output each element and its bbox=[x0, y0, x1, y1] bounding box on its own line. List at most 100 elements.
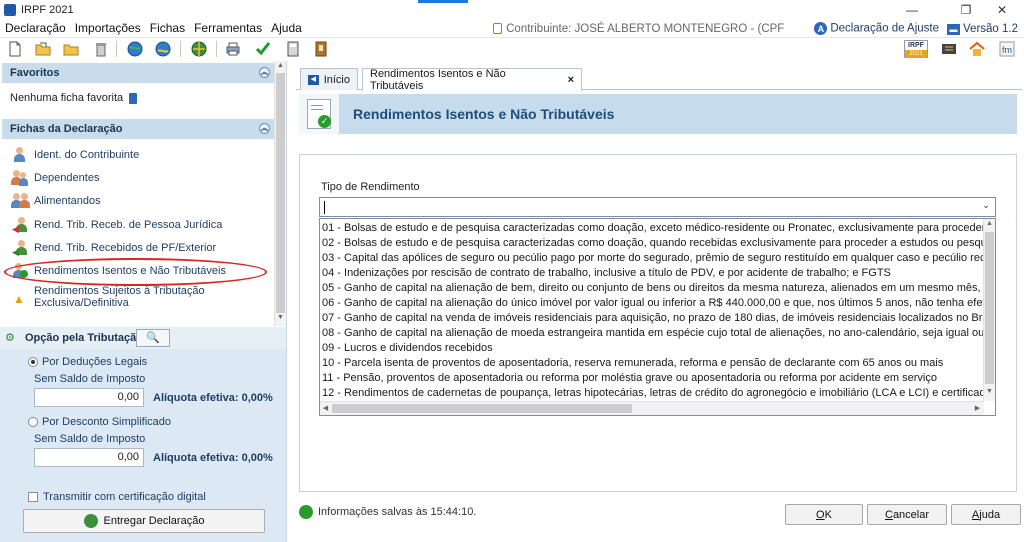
versao-label: ▬ Versão 1.2 bbox=[947, 23, 1018, 35]
home-icon[interactable] bbox=[968, 40, 986, 58]
person-arrow-icon: ◀ bbox=[12, 217, 28, 234]
list-item[interactable]: 02 - Bolsas de estudo e de pesquisa cara… bbox=[322, 236, 995, 251]
gear-arrow-icon: ⚙ bbox=[5, 332, 15, 344]
menu-fichas[interactable]: Fichas bbox=[146, 21, 189, 35]
radio-simplificado[interactable] bbox=[28, 417, 38, 428]
list-item[interactable]: 10 - Parcela isenta de proventos de apos… bbox=[322, 356, 943, 371]
chevron-down-icon[interactable]: ⌄ bbox=[979, 200, 993, 214]
header-info: Contribuinte: JOSÉ ALBERTO MONTENEGRO - … bbox=[493, 19, 1018, 38]
list-item[interactable]: 12 - Rendimentos de cadernetas de poupan… bbox=[322, 386, 995, 401]
form-title: Rendimentos Isentos e Não Tributáveis bbox=[353, 106, 615, 122]
list-item[interactable]: 09 - Lucros e dividendos recebidos bbox=[322, 341, 493, 356]
radio-deducoes[interactable] bbox=[28, 357, 38, 368]
option-desconto-simplificado[interactable]: Por Desconto Simplificado bbox=[28, 416, 171, 428]
fichas-header[interactable]: Fichas da Declaração ︽ bbox=[2, 119, 274, 139]
folder-icon[interactable] bbox=[62, 40, 80, 58]
highlight-annotation bbox=[4, 258, 267, 286]
bookmark-icon bbox=[129, 92, 138, 104]
tipo-rendimento-combo[interactable]: ⌄ bbox=[319, 197, 996, 217]
new-doc-icon[interactable] bbox=[6, 40, 24, 58]
irpf-badge[interactable]: IRPF 2021 bbox=[904, 40, 928, 58]
list-hscrollbar[interactable]: ◀ ▶ bbox=[320, 401, 984, 415]
ficha-rend-tributacao-exclusiva[interactable]: ▲ Rendimentos Sujeitos à Tributação Excl… bbox=[12, 285, 234, 311]
certificado-checkbox[interactable]: Transmitir com certificação digital bbox=[28, 491, 206, 503]
tipo-rendimento-list[interactable]: 01 - Bolsas de estudo e de pesquisa cara… bbox=[319, 218, 996, 416]
open-folder-icon[interactable] bbox=[34, 40, 52, 58]
family-icon bbox=[11, 193, 30, 209]
print-icon[interactable] bbox=[224, 40, 242, 58]
menu-importacoes[interactable]: Importações bbox=[71, 21, 145, 35]
declaracao-tipo: A Declaração de Ajuste bbox=[814, 22, 939, 35]
ficha-rend-pf-exterior[interactable]: ◀ Rend. Trib. Recebidos de PF/Exterior bbox=[12, 238, 216, 258]
ok-button[interactable]: OK bbox=[785, 504, 863, 525]
menu-ajuda[interactable]: Ajuda bbox=[267, 21, 306, 35]
document-check-icon: ✓ bbox=[307, 99, 331, 129]
fm-icon[interactable]: fm bbox=[998, 40, 1016, 58]
list-item[interactable]: 05 - Ganho de capital na alienação de be… bbox=[322, 281, 995, 296]
toolbar-separator bbox=[216, 41, 217, 57]
people-icon bbox=[11, 170, 28, 186]
slideshow-icon[interactable] bbox=[940, 40, 958, 58]
collapse-icon[interactable]: ︽ bbox=[259, 67, 270, 78]
status-bar: Informações salvas às 15:44:10. bbox=[299, 505, 476, 519]
left-panel: Favoritos ︽ Nenhuma ficha favorita Ficha… bbox=[0, 61, 287, 542]
tributacao-title: Opção pela Tributação: bbox=[25, 332, 147, 344]
window-title: IRPF 2021 bbox=[21, 3, 74, 16]
simplificado-value-field: 0,00 bbox=[34, 448, 144, 467]
minimize-button[interactable]: — bbox=[890, 0, 934, 19]
favoritos-header[interactable]: Favoritos ︽ bbox=[2, 63, 274, 83]
check-icon[interactable] bbox=[254, 40, 272, 58]
list-item[interactable]: 03 - Capital das apólices de seguro ou p… bbox=[322, 251, 995, 266]
tab-rendimentos-isentos[interactable]: Rendimentos Isentos e Não Tributáveis × bbox=[362, 68, 582, 92]
ficha-alimentandos[interactable]: Alimentandos bbox=[11, 191, 101, 211]
list-item[interactable]: 11 - Pensão, proventos de aposentadoria … bbox=[322, 371, 937, 386]
toolbar-separator bbox=[180, 41, 181, 57]
aliquota-label: Alíquota efetiva: 0,00% bbox=[153, 392, 273, 404]
version-icon: ▬ bbox=[947, 23, 961, 35]
calculator-icon[interactable] bbox=[284, 40, 302, 58]
ficha-dependentes[interactable]: Dependentes bbox=[11, 168, 99, 188]
list-item[interactable]: 06 - Ganho de capital na alienação do ún… bbox=[322, 296, 995, 311]
form-header: ✓ Rendimentos Isentos e Não Tributáveis bbox=[299, 94, 1017, 134]
ficha-rend-pj[interactable]: ◀ Rend. Trib. Receb. de Pessoa Jurídica bbox=[12, 215, 222, 235]
menu-ferramentas[interactable]: Ferramentas bbox=[190, 21, 266, 35]
collapse-icon[interactable]: ︽ bbox=[259, 123, 270, 134]
toolbar-separator bbox=[116, 41, 117, 57]
svg-text:fm: fm bbox=[1002, 45, 1012, 55]
globe-icon[interactable] bbox=[190, 40, 208, 58]
globe-transmit-icon[interactable] bbox=[126, 40, 144, 58]
tab-bar: ◀ Início Rendimentos Isentos e Não Tribu… bbox=[296, 68, 1022, 92]
checkbox[interactable] bbox=[28, 492, 38, 503]
list-item[interactable]: 07 - Ganho de capital na venda de imóvei… bbox=[322, 311, 995, 326]
entregar-declaracao-button[interactable]: Entregar Declaração bbox=[23, 509, 265, 533]
favoritos-empty: Nenhuma ficha favorita bbox=[10, 92, 138, 104]
ajuda-button[interactable]: Ajuda bbox=[951, 504, 1021, 525]
list-vscrollbar[interactable]: ▲ ▼ bbox=[983, 219, 995, 401]
search-button[interactable]: 🔍 bbox=[136, 329, 170, 347]
app-icon bbox=[4, 3, 16, 16]
saldo-label: Sem Saldo de Imposto bbox=[34, 433, 146, 445]
cancelar-button[interactable]: Cancelar bbox=[867, 504, 947, 525]
trash-icon[interactable] bbox=[92, 40, 110, 58]
close-window-button[interactable]: ✕ bbox=[980, 0, 1024, 19]
book-icon[interactable] bbox=[312, 40, 330, 58]
tab-inicio[interactable]: ◀ Início bbox=[300, 68, 358, 90]
list-item[interactable]: 08 - Ganho de capital na alienação de mo… bbox=[322, 326, 995, 341]
aliquota-label: Alíquota efetiva: 0,00% bbox=[153, 452, 273, 464]
deducoes-value-field: 0,00 bbox=[34, 388, 144, 407]
list-item[interactable]: 04 - Indenizações por rescisão de contra… bbox=[322, 266, 891, 281]
text-caret bbox=[324, 201, 325, 214]
contribuinte-info: Contribuinte: JOSÉ ALBERTO MONTENEGRO - … bbox=[493, 23, 784, 35]
ficha-ident-contribuinte[interactable]: Ident. do Contribuinte bbox=[12, 145, 139, 165]
menu-declaracao[interactable]: Declaração bbox=[1, 21, 70, 35]
list-item[interactable]: 01 - Bolsas de estudo e de pesquisa cara… bbox=[322, 221, 995, 236]
globe-icon bbox=[83, 514, 98, 528]
save-status-icon bbox=[299, 505, 313, 519]
title-bar: IRPF 2021 — ❐ ✕ bbox=[0, 0, 1024, 19]
globe-receive-icon[interactable] bbox=[154, 40, 172, 58]
tipo-rendimento-label: Tipo de Rendimento bbox=[321, 181, 420, 193]
fichas-scrollbar[interactable]: ▲ ▼ bbox=[274, 61, 286, 326]
title-accent bbox=[418, 0, 468, 3]
option-deducoes-legais[interactable]: Por Deduções Legais bbox=[28, 356, 147, 368]
close-tab-icon[interactable]: × bbox=[568, 74, 574, 86]
